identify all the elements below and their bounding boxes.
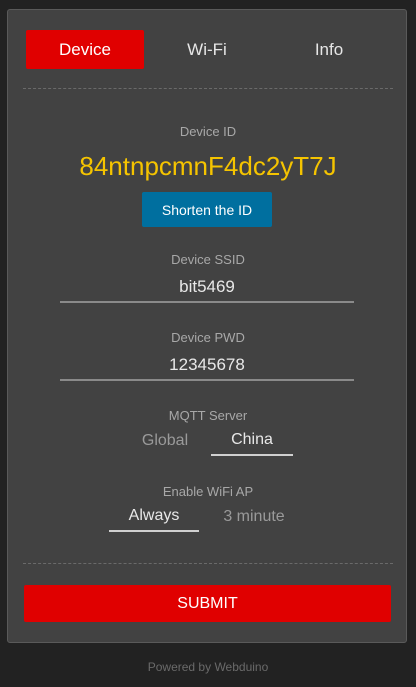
bottom-divider (23, 563, 393, 564)
wifi-ap-option-always[interactable]: Always (109, 502, 199, 532)
settings-card: Device Wi-Fi Info Device ID 84ntnpcmnF4d… (7, 9, 407, 643)
footer-credit: Powered by Webduino (147, 660, 269, 674)
shorten-id-button[interactable]: Shorten the ID (142, 192, 272, 227)
mqtt-option-global[interactable]: Global (120, 426, 210, 456)
device-ssid-field (60, 273, 354, 303)
device-ssid-input[interactable] (60, 277, 354, 297)
submit-button[interactable]: SUBMIT (24, 585, 391, 622)
mqtt-server-label: MQTT Server (168, 408, 248, 423)
device-pwd-input[interactable] (60, 355, 354, 375)
device-pwd-field (60, 351, 354, 381)
wifi-ap-option-3-minute[interactable]: 3 minute (209, 502, 299, 532)
top-divider (23, 88, 393, 89)
tab-info[interactable]: Info (270, 30, 388, 69)
tab-device[interactable]: Device (26, 30, 144, 69)
wifi-ap-label: Enable WiFi AP (162, 484, 254, 499)
device-ssid-label: Device SSID (171, 252, 245, 267)
device-id-value: 84ntnpcmnF4dc2yT7J (79, 151, 337, 181)
tab-wifi[interactable]: Wi-Fi (148, 30, 266, 69)
device-pwd-label: Device PWD (171, 330, 245, 345)
mqtt-option-china[interactable]: China (211, 426, 293, 456)
device-id-label: Device ID (179, 124, 237, 139)
tab-bar: Device Wi-Fi Info (26, 30, 392, 70)
